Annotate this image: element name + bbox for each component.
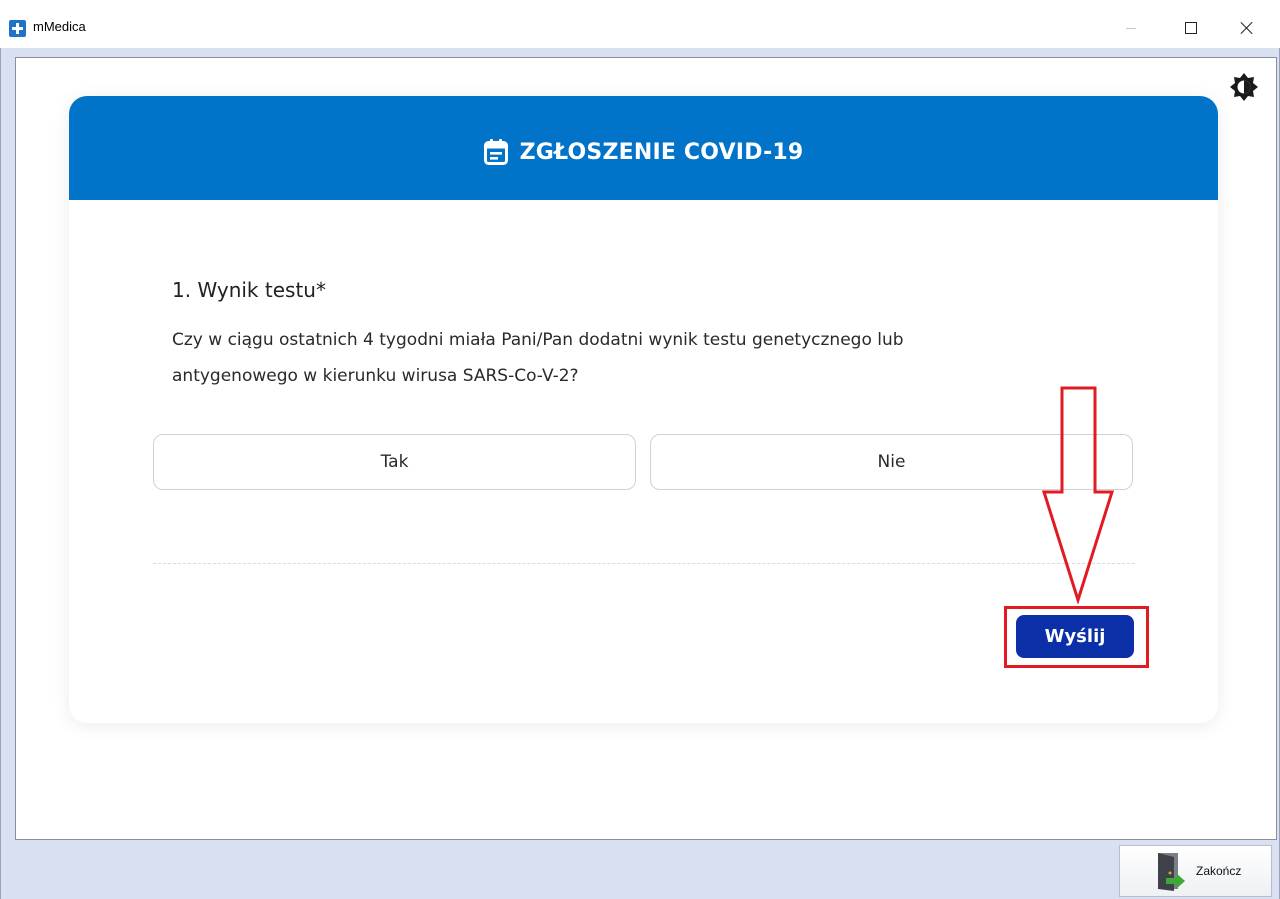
close-icon xyxy=(1240,21,1254,35)
close-button[interactable] xyxy=(1224,12,1270,44)
medical-cross-icon xyxy=(9,20,26,37)
window-title: mMedica xyxy=(33,19,86,34)
minimize-button[interactable] xyxy=(1108,12,1154,44)
question-text-line: antygenowego w kierunku wirusa SARS-Co-V… xyxy=(172,366,579,386)
maximize-icon xyxy=(1185,22,1197,34)
annotation-highlight-box xyxy=(1004,606,1149,668)
exit-door-icon xyxy=(1158,853,1185,891)
theme-toggle-button[interactable] xyxy=(1229,72,1259,102)
calendar-form-icon xyxy=(483,139,508,165)
form-title: ZGŁOSZENIE COVID-19 xyxy=(519,139,804,165)
exit-button-label: Zakończ xyxy=(1196,864,1242,878)
card-header: ZGŁOSZENIE COVID-19 xyxy=(69,96,1218,200)
annotation-arrow xyxy=(1041,386,1115,604)
question-text: Czy w ciągu ostatnich 4 tygodni miała Pa… xyxy=(172,322,1112,394)
question-text-line: Czy w ciągu ostatnich 4 tygodni miała Pa… xyxy=(172,330,904,350)
brightness-icon xyxy=(1230,73,1258,101)
window-titlebar: mMedica xyxy=(0,0,1280,48)
exit-button[interactable]: Zakończ xyxy=(1119,845,1272,897)
maximize-button[interactable] xyxy=(1168,12,1214,44)
divider xyxy=(153,563,1135,564)
answer-tak-button[interactable]: Tak xyxy=(153,434,636,490)
question-title: 1. Wynik testu* xyxy=(172,278,326,302)
minimize-icon xyxy=(1126,27,1136,29)
